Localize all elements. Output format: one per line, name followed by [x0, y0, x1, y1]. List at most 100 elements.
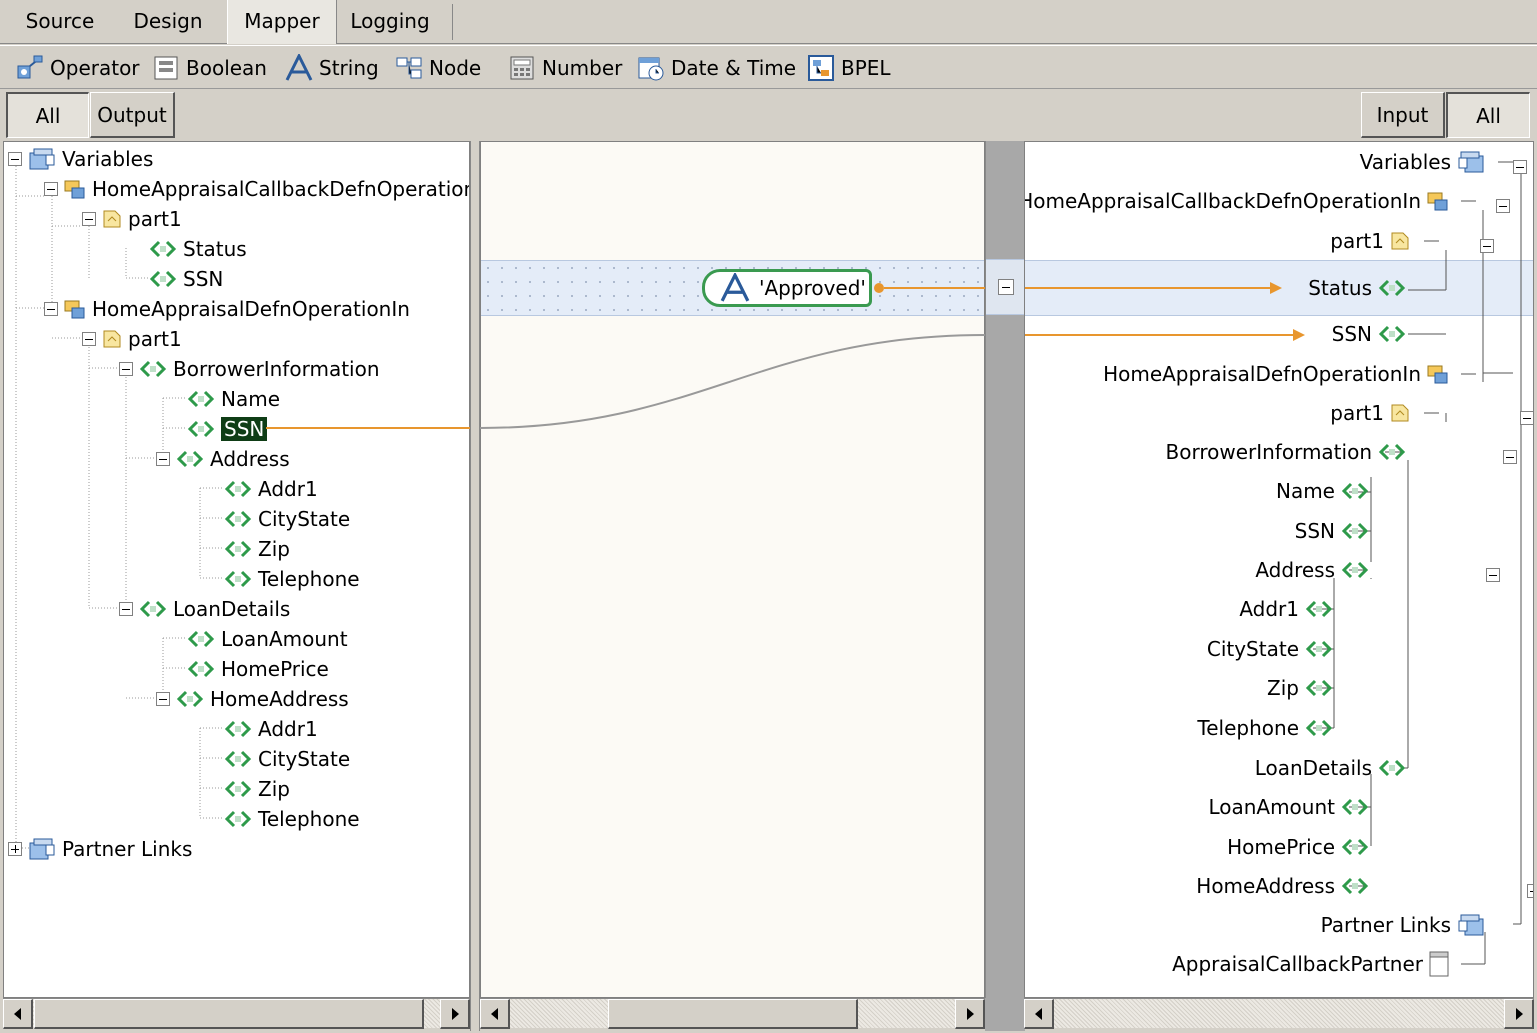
tree-label: LoanDetails [1254, 756, 1372, 780]
left-all-button[interactable]: All [6, 92, 89, 138]
tree-node-citystate[interactable]: CityState [224, 504, 350, 534]
collapse-icon[interactable] [1520, 411, 1533, 425]
rtree-node-variables[interactable]: Variables [1360, 147, 1485, 177]
rtree-node-partner-links[interactable]: Partner Links [1321, 910, 1485, 940]
tree-node-part1-a[interactable]: part1 [82, 204, 182, 234]
collapse-icon[interactable] [44, 302, 58, 316]
collapse-icon[interactable] [156, 452, 170, 466]
tree-node-ssn-a[interactable]: SSN [149, 264, 223, 294]
tree-node-ha-citystate[interactable]: CityState [224, 744, 350, 774]
rtree-node-appraisal-partner[interactable]: AppraisalCallbackPartner [1172, 949, 1449, 979]
collapse-icon[interactable] [8, 152, 22, 166]
collapse-icon[interactable] [1513, 160, 1527, 174]
tree-node-zip[interactable]: Zip [224, 534, 290, 564]
tree-node-home-address[interactable]: HomeAddress [156, 684, 349, 714]
tree-node-variables[interactable]: Variables [8, 144, 153, 174]
collapse-icon[interactable] [119, 362, 133, 376]
tab-source[interactable]: Source [10, 0, 110, 44]
tree-node-ha-zip[interactable]: Zip [224, 774, 290, 804]
tree-node-callback-op[interactable]: HomeAppraisalCallbackDefnOperationIn [44, 174, 469, 204]
tree-node-home-price[interactable]: HomePrice [187, 654, 329, 684]
rtree-node-borrower[interactable]: BorrowerInformation [1165, 437, 1406, 467]
rtree-node-ssn-a[interactable]: SSN [1332, 319, 1406, 349]
rtree-node-citystate[interactable]: CityState [1207, 634, 1333, 664]
string-literal-node[interactable]: 'Approved' [702, 269, 872, 307]
tree-label: Name [1275, 479, 1335, 503]
collapse-icon[interactable] [44, 182, 58, 196]
output-port[interactable] [874, 283, 884, 293]
tree-node-name[interactable]: Name [187, 384, 280, 414]
tree-node-loan[interactable]: LoanDetails [119, 594, 290, 624]
tree-node-borrower[interactable]: BorrowerInformation [119, 354, 380, 384]
collapse-icon[interactable] [1479, 239, 1494, 253]
tree-node-loan-amount[interactable]: LoanAmount [187, 624, 348, 654]
tab-mapper[interactable]: Mapper [227, 0, 337, 44]
tree-node-status[interactable]: Status [149, 234, 247, 264]
tab-design[interactable]: Design [118, 0, 218, 44]
collapse-icon[interactable] [1502, 450, 1517, 464]
left-hscrollbar[interactable] [3, 998, 470, 1029]
tree-node-addr1[interactable]: Addr1 [224, 474, 318, 504]
collapse-icon[interactable] [1496, 199, 1511, 213]
rtree-node-callback-op[interactable]: HomeAppraisalCallbackDefnOperationIn [1025, 186, 1449, 216]
tree-node-ha-telephone[interactable]: Telephone [224, 804, 360, 834]
rtree-node-defn-op[interactable]: HomeAppraisalDefnOperationIn [1103, 359, 1449, 389]
tree-node-ha-addr1[interactable]: Addr1 [224, 714, 318, 744]
collapse-icon[interactable] [1486, 568, 1501, 582]
expand-icon[interactable] [1526, 884, 1533, 898]
right-input-button[interactable]: Input [1361, 92, 1445, 138]
rtree-node-name[interactable]: Name [1276, 476, 1369, 506]
element-icon [1341, 482, 1369, 500]
scroll-right-button[interactable] [440, 999, 470, 1029]
tree-node-address[interactable]: Address [156, 444, 290, 474]
scroll-left-button[interactable] [480, 999, 510, 1029]
expand-icon[interactable] [8, 842, 22, 856]
tree-node-part1-b[interactable]: part1 [82, 324, 182, 354]
panel-splitter-right[interactable] [985, 141, 1025, 998]
tree-node-partner-links[interactable]: Partner Links [8, 834, 192, 864]
tree-label: Address [1255, 558, 1335, 582]
panel-splitter-left[interactable] [470, 141, 480, 1031]
collapse-icon[interactable] [119, 602, 133, 616]
string-menu[interactable]: String [285, 46, 379, 90]
element-icon [176, 450, 204, 468]
rtree-node-home-price[interactable]: HomePrice [1227, 832, 1369, 862]
rtree-node-zip[interactable]: Zip [1267, 673, 1333, 703]
tree-node-telephone[interactable]: Telephone [224, 564, 360, 594]
rtree-node-telephone[interactable]: Telephone [1197, 713, 1333, 743]
scroll-left-button[interactable] [1024, 999, 1054, 1029]
operator-menu[interactable]: Operator [16, 46, 140, 90]
output-tree-panel[interactable]: Variables HomeAppraisalCallbackDefnOpera… [3, 141, 470, 998]
node-menu[interactable]: Node [395, 46, 481, 90]
scroll-thumb[interactable] [608, 999, 858, 1029]
rtree-node-loan[interactable]: LoanDetails [1255, 753, 1406, 783]
rtree-node-part1-a[interactable]: part1 [1330, 226, 1410, 256]
scroll-right-button[interactable] [1504, 999, 1534, 1029]
tree-node-defn-op[interactable]: HomeAppraisalDefnOperationIn [44, 294, 410, 324]
rtree-node-address[interactable]: Address [1255, 555, 1369, 585]
rtree-node-status[interactable]: Status [1308, 273, 1406, 303]
left-output-button[interactable]: Output [90, 92, 175, 138]
number-menu[interactable]: Number [508, 46, 622, 90]
scroll-thumb[interactable] [34, 999, 424, 1029]
rtree-node-part1-b[interactable]: part1 [1330, 398, 1410, 428]
rtree-node-addr1[interactable]: Addr1 [1239, 594, 1333, 624]
boolean-menu[interactable]: Boolean [152, 46, 267, 90]
tab-logging[interactable]: Logging [340, 0, 440, 44]
bpel-menu[interactable]: BPEL [807, 46, 891, 90]
rtree-node-home-address[interactable]: HomeAddress [1196, 871, 1369, 901]
scroll-right-button[interactable] [955, 999, 985, 1029]
rtree-node-ssn-b[interactable]: SSN [1295, 516, 1369, 546]
scroll-left-button[interactable] [3, 999, 33, 1029]
middle-hscrollbar[interactable] [480, 998, 985, 1029]
input-tree-panel[interactable]: Variables HomeAppraisalCallbackDefnOpera… [1024, 141, 1534, 998]
collapse-icon[interactable] [82, 212, 96, 226]
right-hscrollbar[interactable] [1024, 998, 1534, 1029]
collapse-icon[interactable] [82, 332, 96, 346]
datetime-menu[interactable]: Date & Time [637, 46, 796, 90]
rtree-node-loan-amount[interactable]: LoanAmount [1208, 792, 1369, 822]
right-all-button[interactable]: All [1446, 92, 1530, 138]
collapse-icon[interactable] [998, 279, 1014, 295]
tree-node-ssn-b[interactable]: SSN [187, 414, 269, 444]
collapse-icon[interactable] [156, 692, 170, 706]
